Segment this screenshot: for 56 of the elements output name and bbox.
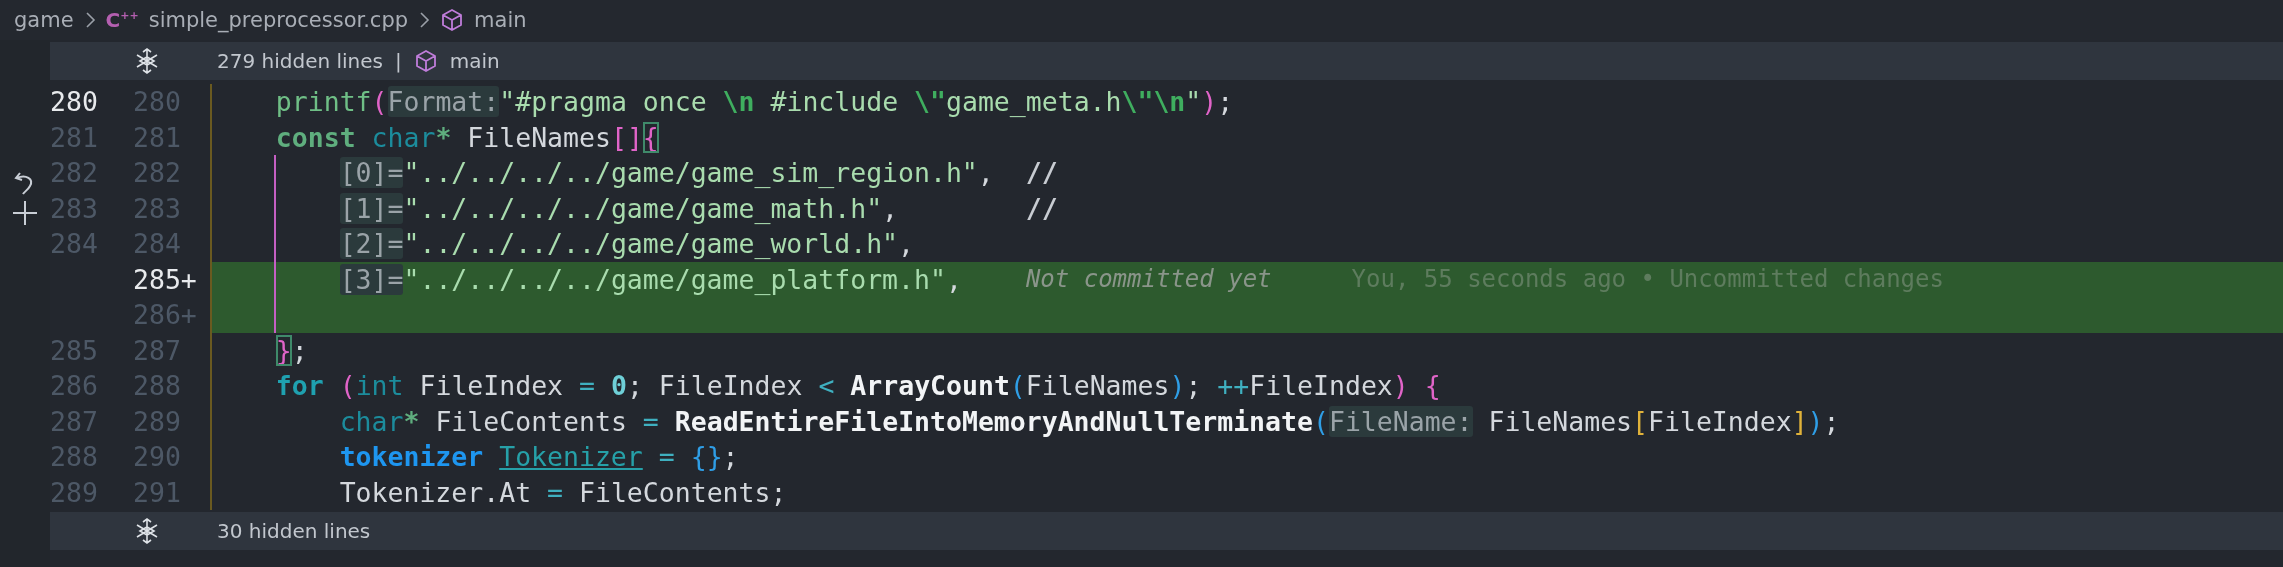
line-number: 286+ — [133, 298, 198, 333]
line-number: 280 — [50, 85, 99, 120]
breadcrumb-item[interactable]: simple_preprocessor.cpp — [148, 8, 409, 32]
line-number: 282 — [133, 156, 182, 191]
code-line: [0]="../../../../game/game_sim_region.h", // — [338, 157, 1058, 189]
cpp-file-icon: C$^{++}$ — [105, 8, 139, 32]
inlay-hint: [0]= — [339, 157, 404, 189]
line-number: 288 — [50, 440, 99, 475]
line-number: 280 — [133, 85, 182, 120]
code-line: Tokenizer.At = FileContents; — [338, 476, 787, 508]
hidden-lines-bar[interactable]: 30 hidden lines — [50, 512, 2283, 550]
code-line: [3]="../../../../game/game_platform.h", — [338, 263, 962, 295]
code-line: tokenizer Tokenizer = {}; — [338, 441, 739, 473]
hidden-lines-label: 30 hidden lines — [217, 519, 371, 543]
unfold-icon[interactable] — [135, 48, 159, 74]
line-number: 285+ — [133, 262, 198, 297]
inlay-hint: [1]= — [339, 192, 404, 224]
code-line: printf(Format:"#pragma once \n #include \"game_meta.h\"\n"); — [274, 86, 1234, 118]
code-line: [1]="../../../../game/game_math.h", // — [338, 192, 1058, 224]
line-number: 289 — [133, 404, 182, 439]
chevron-icon — [83, 11, 96, 29]
line-number: 290 — [133, 440, 182, 475]
line-number: 282 — [50, 156, 99, 191]
chevron-icon — [418, 11, 431, 29]
inlay-hint: [2]= — [339, 228, 404, 260]
blame-note: Not committed yet — [1025, 265, 1272, 294]
line-number: 281 — [50, 120, 99, 155]
symbol-name: main — [449, 49, 500, 73]
line-number: 285 — [50, 333, 99, 368]
line-number: 281 — [133, 120, 182, 155]
inlay-hint: FileName: — [1328, 405, 1473, 437]
breadcrumb-item[interactable]: main — [474, 8, 527, 32]
line-number: 291 — [133, 475, 182, 510]
line-number: 288 — [133, 369, 182, 404]
hidden-lines-bar[interactable]: 279 hidden lines | main — [50, 42, 2283, 80]
inlay-hint: Format: — [387, 86, 500, 118]
cube-icon — [413, 49, 438, 73]
line-number: 283 — [50, 191, 99, 226]
unfold-icon[interactable] — [135, 518, 159, 544]
separator: | — [395, 49, 402, 73]
line-number: 287 — [133, 333, 182, 368]
line-number: 284 — [133, 227, 182, 262]
plus-icon[interactable] — [12, 200, 38, 226]
code-line: for (int FileIndex = 0; FileIndex < ArrayCount(FileNames); ++FileIndex) { — [274, 370, 1441, 402]
code-line: [2]="../../../../game/game_world.h", — [338, 228, 915, 260]
code-line: char* FileContents = ReadEntireFileIntoMemoryAndNullTerminate(FileName: FileNames[FileIndex]); — [338, 405, 1840, 437]
cube-icon — [440, 8, 465, 32]
code-line: }; — [274, 334, 308, 366]
breadcrumb-item[interactable]: game — [14, 8, 74, 32]
line-number: 287 — [50, 404, 99, 439]
hidden-lines-label: 279 hidden lines — [217, 49, 383, 73]
line-number: 284 — [50, 227, 99, 262]
line-number: 286 — [50, 369, 99, 404]
line-number: 283 — [133, 191, 182, 226]
line-number: 289 — [50, 475, 99, 510]
inlay-hint: [3]= — [339, 263, 404, 295]
